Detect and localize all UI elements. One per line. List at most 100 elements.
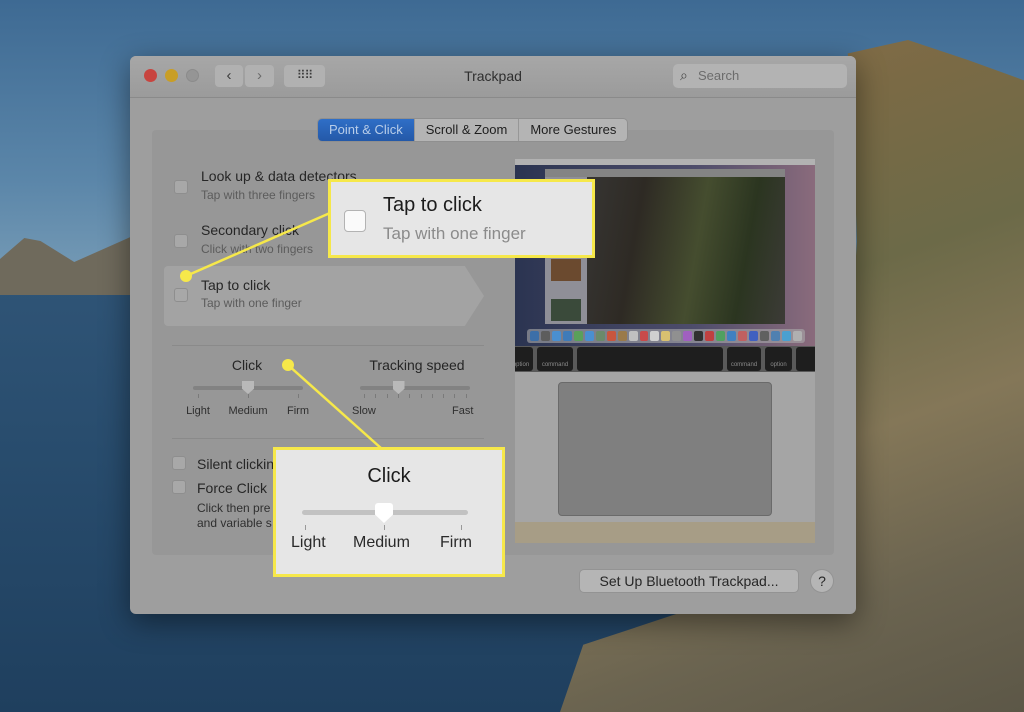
option-title: Silent clickin: [197, 456, 275, 472]
titlebar: ‹ › ⠿⠿ Trackpad ⌕ Search: [130, 56, 856, 98]
tap-to-click-checkbox[interactable]: [174, 288, 188, 302]
callout-subtitle: Tap with one finger: [383, 224, 526, 243]
dock-app-icon: [595, 331, 605, 341]
callout-checkbox: [344, 210, 366, 232]
tick-label-slow: Slow: [352, 405, 376, 417]
silent-clicking-checkbox[interactable]: [172, 456, 186, 470]
preview-trackpad: [558, 382, 772, 516]
option-title: Secondary click: [201, 222, 300, 238]
tab-more-gestures[interactable]: More Gestures: [519, 119, 628, 141]
search-placeholder: Search: [698, 68, 740, 83]
tab-bar: Point & Click Scroll & Zoom More Gesture…: [318, 119, 628, 141]
dock-app-icon: [683, 331, 693, 341]
tracking-slider-thumb[interactable]: [392, 381, 405, 394]
dock-app-icon: [672, 331, 682, 341]
dock-app-icon: [540, 331, 550, 341]
callout-title: Tap to click: [383, 194, 482, 216]
tick-label-firm: Firm: [287, 405, 309, 417]
dock-app-icon: [530, 331, 539, 341]
key-command: command: [537, 347, 573, 371]
tap-to-click-callout: Tap to click Tap with one finger: [328, 179, 595, 258]
dock-app-icon: [716, 331, 726, 341]
force-click-checkbox[interactable]: [172, 480, 186, 494]
callout-label-firm: Firm: [440, 534, 472, 551]
callout-label-light: Light: [291, 534, 326, 551]
dock-app-icon: [770, 331, 780, 341]
dock-app-icon: [738, 331, 748, 341]
tick: [409, 394, 411, 398]
dock-app-icon: [760, 331, 769, 341]
option-subtitle: Tap with one finger: [201, 296, 302, 310]
preview-thumbnail: [551, 299, 581, 321]
dock-app-icon: [661, 331, 671, 341]
key-option: option: [515, 347, 533, 371]
tick-label-medium: Medium: [228, 405, 268, 417]
click-slider-callout: Click Light Medium Firm: [273, 447, 505, 577]
tick: [384, 525, 385, 530]
preview-desk: [515, 522, 815, 543]
key-command: command: [727, 347, 761, 371]
option-description: Click then pre: [197, 501, 271, 515]
option-subtitle: Click with two fingers: [201, 242, 314, 256]
search-field[interactable]: ⌕ Search: [673, 64, 847, 88]
tick-label-fast: Fast: [452, 405, 474, 417]
preview-thumbnail: [551, 259, 581, 281]
option-title: Tap to click: [201, 277, 271, 293]
tick: [364, 394, 365, 398]
secondary-click-checkbox[interactable]: [174, 234, 188, 248]
key-arrow: [796, 347, 815, 371]
divider: [172, 345, 484, 346]
option-description: and variable s: [197, 516, 272, 530]
tracking-slider-track[interactable]: [360, 386, 470, 390]
callout-label-medium: Medium: [353, 534, 410, 551]
dock-app-icon: [617, 331, 627, 341]
dock-app-icon: [749, 331, 759, 341]
dock-app-icon: [781, 331, 791, 341]
dock-app-icon: [606, 331, 616, 341]
tick: [420, 394, 422, 398]
callout-title: Click: [367, 465, 411, 487]
help-button[interactable]: ?: [811, 570, 833, 592]
tick: [454, 394, 456, 398]
look-up-checkbox[interactable]: [174, 180, 188, 194]
tick: [198, 394, 199, 398]
dock-app-icon: [628, 331, 638, 341]
dock-app-icon: [792, 331, 802, 341]
preview-keyboard: option command command option: [515, 346, 815, 372]
key-space: [577, 347, 723, 371]
tick: [431, 394, 433, 398]
tick-label-light: Light: [186, 405, 210, 417]
callout-slider-thumb: [375, 503, 393, 523]
dock-app-icon: [705, 331, 715, 341]
dock-app-icon: [584, 331, 594, 341]
option-subtitle: Tap with three fingers: [201, 188, 316, 202]
preview-menubar: [515, 159, 815, 165]
tab-point-and-click[interactable]: Point & Click: [318, 119, 415, 141]
preview-dock: [527, 329, 805, 343]
dock-app-icon: [694, 331, 704, 341]
dock-app-icon: [639, 331, 649, 341]
tab-scroll-and-zoom[interactable]: Scroll & Zoom: [414, 119, 520, 141]
divider: [172, 438, 484, 439]
key-option: option: [765, 347, 792, 371]
dock-app-icon: [573, 331, 583, 341]
dock-app-icon: [727, 331, 737, 341]
setup-bluetooth-trackpad-button[interactable]: Set Up Bluetooth Trackpad...: [580, 570, 798, 592]
tick: [461, 525, 462, 530]
click-slider-thumb[interactable]: [242, 381, 254, 394]
tracking-speed-label: Tracking speed: [369, 357, 465, 373]
option-title: Force Click: [197, 480, 268, 496]
tick: [305, 525, 306, 530]
tick: [443, 394, 445, 398]
search-icon: ⌕: [680, 67, 688, 83]
tick: [375, 394, 377, 398]
dock-app-icon: [551, 331, 561, 341]
tick: [386, 394, 388, 398]
dock-app-icon: [650, 331, 660, 341]
click-slider-label: Click: [231, 357, 263, 373]
tick: [465, 394, 467, 398]
question-mark-icon: ?: [818, 573, 826, 589]
dock-app-icon: [562, 331, 572, 341]
tick: [298, 394, 299, 398]
tick: [397, 394, 399, 398]
